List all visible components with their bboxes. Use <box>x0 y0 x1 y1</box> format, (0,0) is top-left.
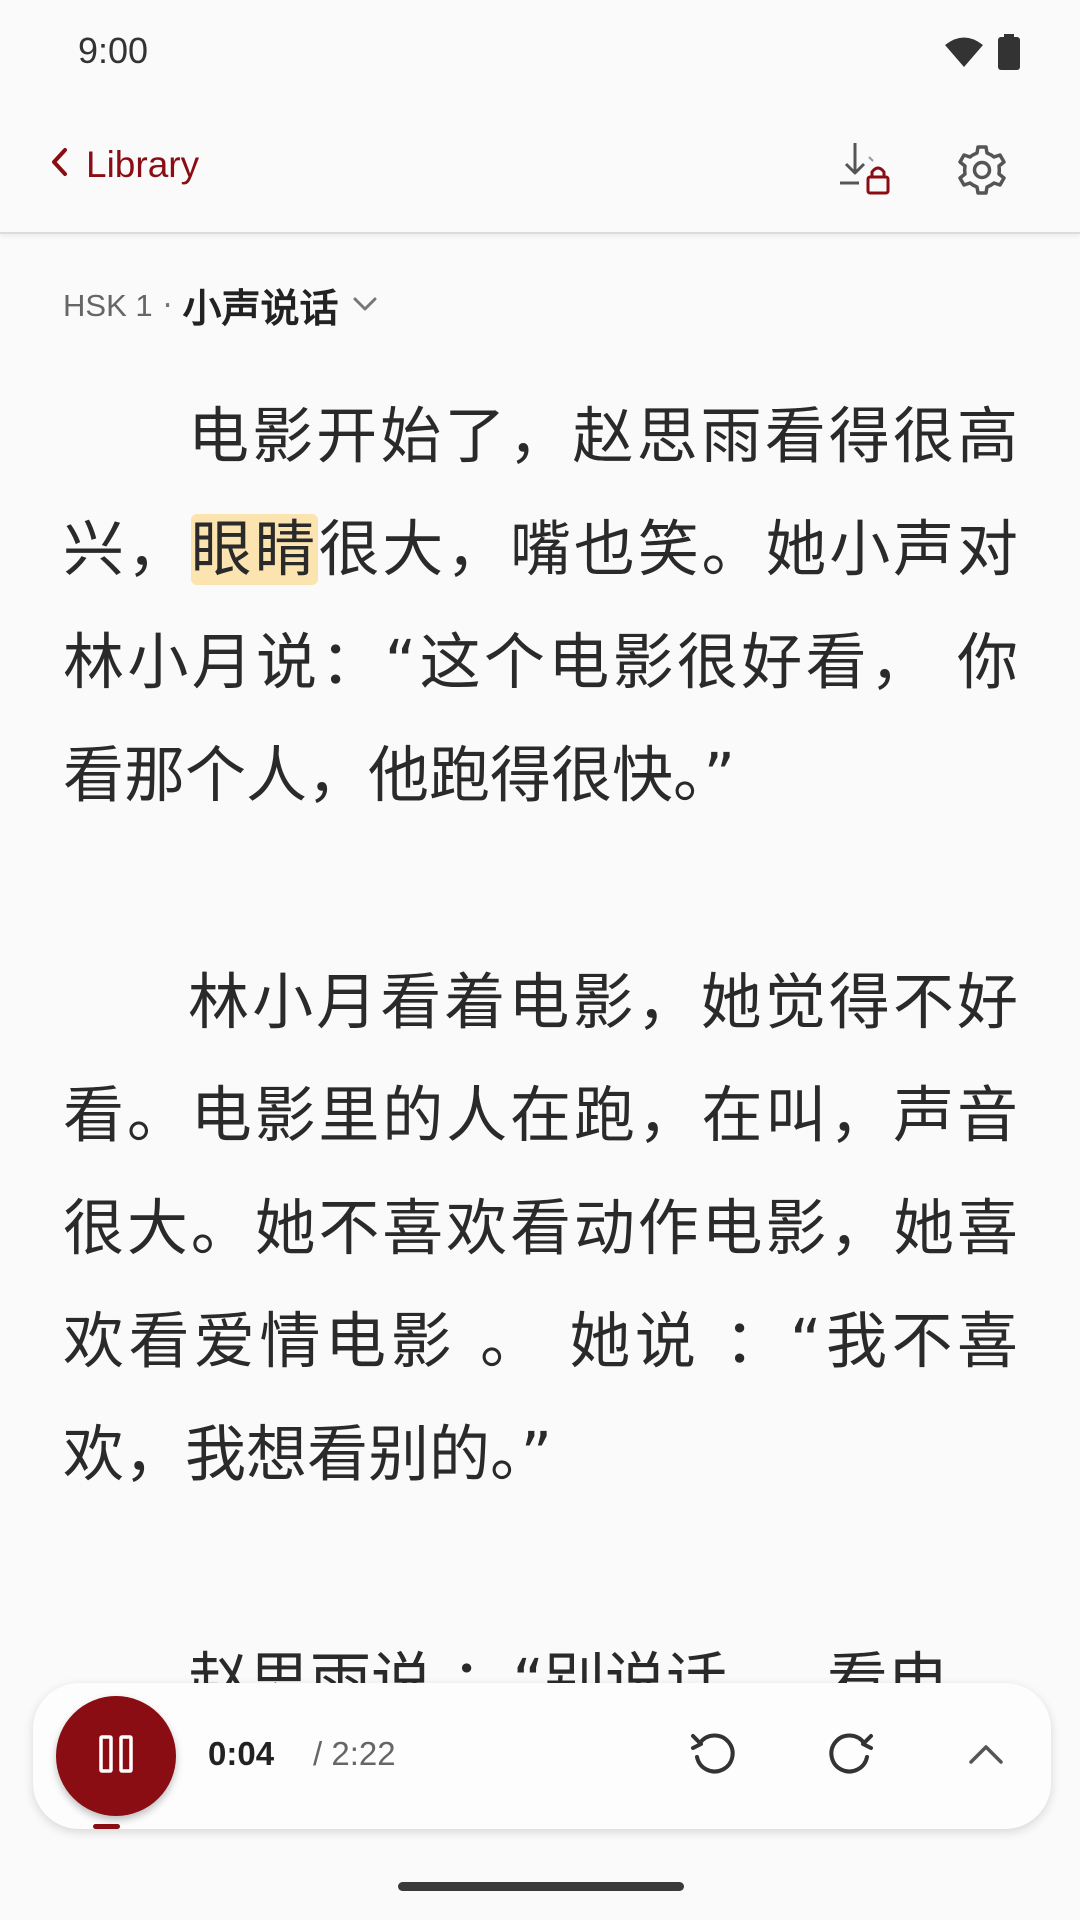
forward-button[interactable] <box>818 1724 882 1788</box>
app-bar-actions <box>834 140 1014 204</box>
story-selector[interactable]: HSK 1 · 小声说话 <box>63 278 378 334</box>
paragraph: 电影开始了，赵思雨看得很高兴，眼睛很大，嘴也笑。她小声对林小月说：“这个电影很好… <box>63 380 1018 832</box>
audio-player: 0:04 / 2:22 <box>33 1683 1051 1829</box>
settings-button[interactable] <box>950 140 1014 204</box>
settings-gear-icon <box>956 144 1008 200</box>
status-icons <box>944 34 1020 74</box>
pause-button[interactable] <box>56 1696 176 1816</box>
battery-icon <box>998 34 1020 74</box>
back-label: Library <box>86 144 200 185</box>
app-bar: Library <box>0 110 1080 234</box>
paragraph: 林小月看着电影，她觉得不好看。电影里的人在跑，在叫，声音很大。她不喜欢看动作电影… <box>63 946 1018 1511</box>
wifi-icon <box>944 36 984 72</box>
expand-player-button[interactable] <box>954 1724 1018 1788</box>
chevron-left-icon <box>50 144 68 186</box>
total-time: / 2:22 <box>313 1735 396 1772</box>
status-time: 9:00 <box>78 30 149 71</box>
highlighted-word[interactable]: 眼睛 <box>190 514 319 585</box>
download-locked-button[interactable] <box>834 140 898 204</box>
breadcrumb-separator: · <box>162 288 173 324</box>
progress-bar[interactable] <box>93 1824 1051 1829</box>
download-locked-icon <box>835 139 897 205</box>
forward-icon <box>825 1729 875 1783</box>
home-indicator[interactable] <box>398 1882 684 1891</box>
hsk-level-label: HSK 1 <box>63 288 153 323</box>
status-bar: 9:00 <box>0 0 1080 110</box>
story-title: 小声说话 <box>182 287 339 332</box>
chevron-up-icon <box>968 1743 1004 1769</box>
back-to-library-button[interactable]: Library <box>50 144 199 186</box>
paragraph-text: 林小月看着电影，她觉得不好看。电影里的人在跑，在叫，声音很大。她不喜欢看动作电影… <box>63 967 1018 1490</box>
rewind-button[interactable] <box>682 1724 746 1788</box>
pause-icon <box>99 1735 133 1777</box>
rewind-icon <box>689 1729 739 1783</box>
current-time: 0:04 <box>208 1735 275 1772</box>
chevron-down-icon <box>352 296 378 316</box>
progress-fill <box>93 1824 120 1829</box>
reader-text: 电影开始了，赵思雨看得很高兴，眼睛很大，嘴也笑。她小声对林小月说：“这个电影很好… <box>63 380 1018 1852</box>
